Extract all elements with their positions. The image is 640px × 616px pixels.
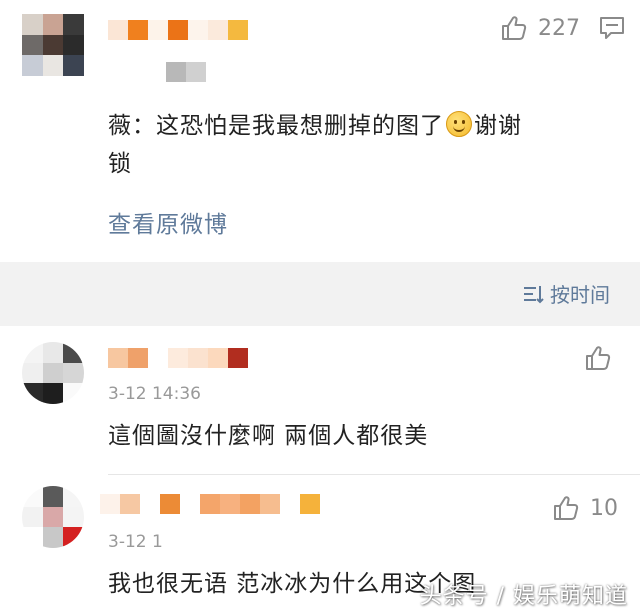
thumbs-up-icon bbox=[554, 496, 579, 520]
comment-icon[interactable] bbox=[598, 14, 626, 42]
like-button[interactable]: 227 bbox=[500, 14, 580, 42]
avatar[interactable] bbox=[22, 14, 84, 76]
divider bbox=[108, 474, 640, 475]
comment-text-line1: 薇：这恐怕是我最想删掉的图了 bbox=[108, 113, 444, 139]
user-badge-mosaic bbox=[166, 62, 206, 82]
smiley-icon bbox=[446, 111, 472, 137]
watermark: 头条号 / 娱乐萌知道 bbox=[419, 584, 628, 609]
avatar[interactable] bbox=[22, 486, 84, 548]
top-comment-text-line2: 锁 bbox=[108, 151, 132, 177]
sort-by-time-button[interactable]: 按时间 bbox=[522, 279, 610, 308]
view-original-link[interactable]: 查看原微博 bbox=[108, 205, 228, 239]
avatar[interactable] bbox=[22, 342, 84, 404]
like-count: 10 bbox=[590, 495, 618, 521]
username-mosaic[interactable] bbox=[108, 348, 248, 368]
comment-list: 3-12 14:36 這個圖沒什麼啊 兩個人都很美 3-12 1 10 我也很无… bbox=[0, 326, 640, 616]
sort-icon bbox=[524, 285, 544, 303]
like-button[interactable]: 10 bbox=[552, 494, 618, 522]
username-mosaic[interactable] bbox=[100, 494, 320, 514]
thumbs-up-icon bbox=[502, 16, 527, 40]
like-count: 227 bbox=[538, 15, 580, 41]
thumbs-up-icon[interactable] bbox=[584, 344, 612, 372]
comment-time: 3-12 1 bbox=[108, 532, 163, 552]
username-mosaic[interactable] bbox=[108, 20, 248, 40]
top-comment-card: 227 薇：这恐怕是我最想删掉的图了 谢谢 锁 查看原微博 bbox=[0, 0, 640, 262]
sort-label: 按时间 bbox=[550, 283, 610, 307]
comment-time: 3-12 14:36 bbox=[108, 384, 201, 404]
comment-text: 這個圖沒什麼啊 兩個人都很美 bbox=[108, 423, 429, 449]
comment-text-line1-tail: 谢谢 bbox=[474, 113, 522, 139]
top-comment-text: 薇：这恐怕是我最想删掉的图了 谢谢 bbox=[108, 106, 522, 146]
